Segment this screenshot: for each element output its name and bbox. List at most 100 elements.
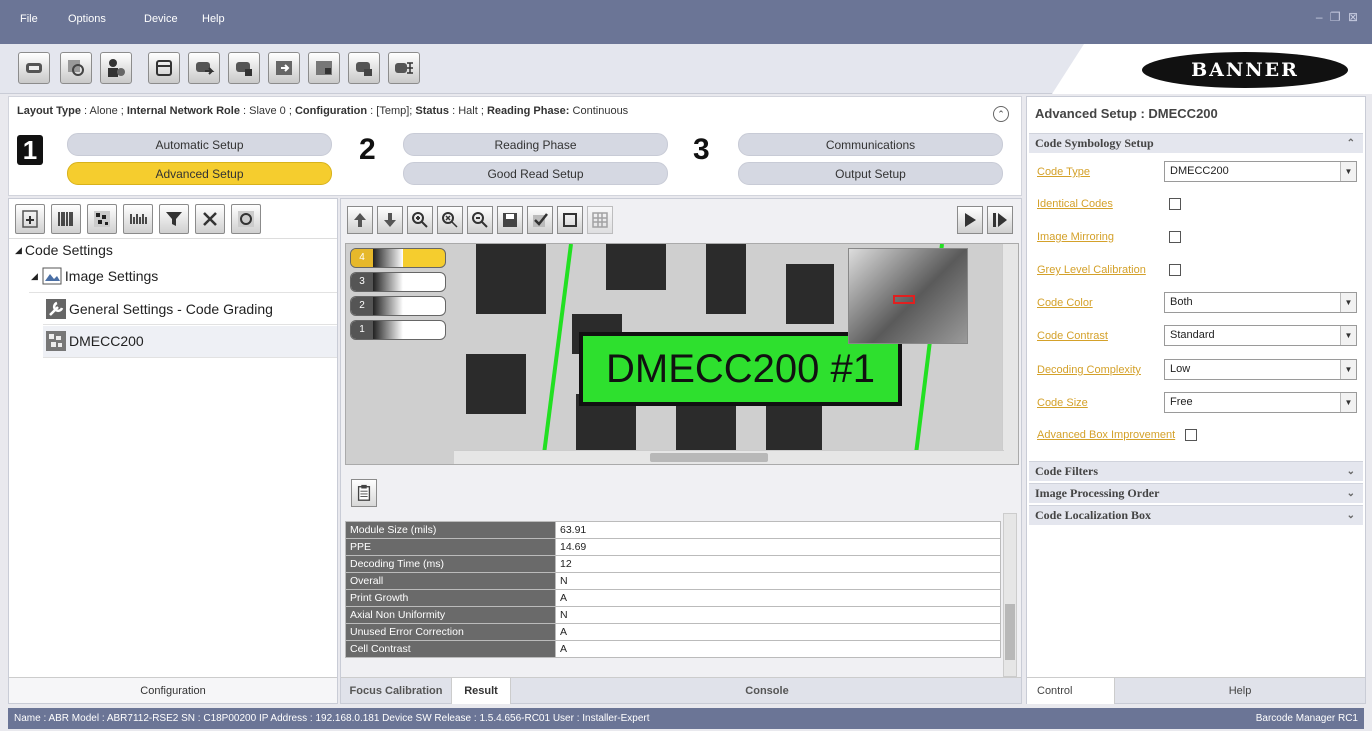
advanced-setup-button[interactable]: Advanced Setup bbox=[67, 162, 332, 185]
collapse-setup-button[interactable]: ⌃ bbox=[993, 106, 1009, 122]
tree-code-settings[interactable]: ◢ Code Settings bbox=[15, 242, 113, 258]
clipboard-icon[interactable] bbox=[351, 479, 377, 507]
result-key: Overall bbox=[345, 572, 556, 590]
good-read-setup-button[interactable]: Good Read Setup bbox=[403, 162, 668, 185]
postal-code-icon[interactable] bbox=[123, 204, 153, 234]
play-icon[interactable] bbox=[957, 206, 983, 234]
grey-level-calibration-label[interactable]: Grey Level Calibration bbox=[1037, 264, 1146, 276]
code-type-select[interactable]: DMECC200 ▼ bbox=[1164, 161, 1357, 182]
menu-options[interactable]: Options bbox=[68, 13, 106, 25]
barcode-1d-icon[interactable] bbox=[51, 204, 81, 234]
window-icon[interactable] bbox=[148, 52, 180, 84]
thumbnail-2[interactable]: 2 bbox=[350, 296, 446, 316]
tree-dmecc200[interactable]: DMECC200 bbox=[45, 330, 144, 352]
grid-icon[interactable] bbox=[587, 206, 613, 234]
zoom-out-icon[interactable] bbox=[467, 206, 493, 234]
image-minimap[interactable] bbox=[848, 248, 968, 344]
save-device-icon[interactable] bbox=[228, 52, 260, 84]
export-icon[interactable] bbox=[188, 52, 220, 84]
chevron-down-icon: ▼ bbox=[1340, 326, 1356, 345]
code-contrast-label[interactable]: Code Contrast bbox=[1037, 330, 1108, 342]
section-code-filters[interactable]: Code Filters ⌄ bbox=[1029, 461, 1363, 481]
result-scrollbar[interactable] bbox=[1003, 513, 1017, 677]
delete-icon[interactable] bbox=[195, 204, 225, 234]
filter-icon[interactable] bbox=[159, 204, 189, 234]
datamatrix-icon[interactable] bbox=[87, 204, 117, 234]
tree-image-settings[interactable]: ◢ Image Settings bbox=[31, 265, 158, 287]
configuration-footer[interactable]: Configuration bbox=[9, 677, 337, 703]
zoom-in-icon[interactable] bbox=[407, 206, 433, 234]
configuration-toolbar bbox=[9, 199, 337, 239]
grey-level-calibration-checkbox[interactable] bbox=[1169, 264, 1181, 276]
code-size-label[interactable]: Code Size bbox=[1037, 397, 1088, 409]
identical-codes-checkbox[interactable] bbox=[1169, 198, 1181, 210]
window-controls[interactable]: – ❐ ⊠ bbox=[1316, 10, 1360, 24]
add-code-icon[interactable] bbox=[15, 204, 45, 234]
check-image-icon[interactable] bbox=[527, 206, 553, 234]
acquired-image-view[interactable]: 4 3 2 1 DMECC200 #1 bbox=[345, 243, 1019, 465]
table-row: PPE 14.69 bbox=[345, 538, 1001, 556]
decoding-complexity-select[interactable]: Low ▼ bbox=[1164, 359, 1357, 380]
device-save-icon[interactable] bbox=[348, 52, 380, 84]
chevron-up-icon: ⌃ bbox=[1346, 138, 1355, 149]
code-contrast-select[interactable]: Standard ▼ bbox=[1164, 325, 1357, 346]
capture-icon[interactable] bbox=[60, 52, 92, 84]
step-forward-icon[interactable] bbox=[987, 206, 1013, 234]
image-horizontal-scrollbar[interactable] bbox=[454, 450, 1004, 464]
decoding-complexity-label[interactable]: Decoding Complexity bbox=[1037, 364, 1141, 376]
section-image-processing-order[interactable]: Image Processing Order ⌄ bbox=[1029, 483, 1363, 503]
image-mirroring-checkbox[interactable] bbox=[1169, 231, 1181, 243]
zoom-fit-icon[interactable] bbox=[437, 206, 463, 234]
minimap-viewport-box[interactable] bbox=[893, 295, 915, 304]
advanced-box-improvement-checkbox[interactable] bbox=[1185, 429, 1197, 441]
load-icon[interactable] bbox=[308, 52, 340, 84]
menu-help[interactable]: Help bbox=[202, 13, 225, 25]
network-icon[interactable] bbox=[388, 52, 420, 84]
thumbnail-3[interactable]: 3 bbox=[350, 272, 446, 292]
section-code-symbology-setup[interactable]: Code Symbology Setup ⌃ bbox=[1029, 133, 1363, 153]
advanced-box-improvement-label[interactable]: Advanced Box Improvement bbox=[1037, 429, 1175, 441]
thumbnail-1[interactable]: 1 bbox=[350, 320, 446, 340]
step-1-number: 1 bbox=[17, 135, 43, 165]
menu-file[interactable]: File bbox=[20, 13, 38, 25]
section-code-localization-box[interactable]: Code Localization Box ⌄ bbox=[1029, 505, 1363, 525]
result-value: A bbox=[555, 589, 1001, 607]
code-color-label[interactable]: Code Color bbox=[1037, 297, 1093, 309]
chevron-down-icon: ⌄ bbox=[1346, 488, 1355, 499]
tab-focus-calibration[interactable]: Focus Calibration bbox=[341, 678, 451, 704]
table-row: Overall N bbox=[345, 572, 1001, 590]
table-row: Unused Error Correction A bbox=[345, 623, 1001, 641]
image-vertical-scrollbar[interactable] bbox=[1002, 244, 1018, 464]
tab-control[interactable]: Control bbox=[1027, 678, 1115, 704]
device-icon[interactable] bbox=[18, 52, 50, 84]
menu-device[interactable]: Device bbox=[144, 13, 178, 25]
identical-codes-label[interactable]: Identical Codes bbox=[1037, 198, 1113, 210]
chevron-down-icon: ⌄ bbox=[1346, 510, 1355, 521]
datamatrix-code-icon bbox=[45, 330, 67, 352]
reading-phase-button[interactable]: Reading Phase bbox=[403, 133, 668, 156]
tab-result[interactable]: Result bbox=[451, 678, 511, 704]
save-image-icon[interactable] bbox=[497, 206, 523, 234]
code-type-label[interactable]: Code Type bbox=[1037, 166, 1090, 178]
code-size-select[interactable]: Free ▼ bbox=[1164, 392, 1357, 413]
collapse-arrow-icon[interactable]: ◢ bbox=[15, 245, 22, 256]
code-color-select[interactable]: Both ▼ bbox=[1164, 292, 1357, 313]
tab-help[interactable]: Help bbox=[1115, 678, 1365, 704]
output-setup-button[interactable]: Output Setup bbox=[738, 162, 1003, 185]
wrench-icon bbox=[45, 298, 67, 320]
arrow-down-icon[interactable] bbox=[377, 206, 403, 234]
thumbnail-4[interactable]: 4 bbox=[350, 248, 446, 268]
automatic-setup-button[interactable]: Automatic Setup bbox=[67, 133, 332, 156]
import-icon[interactable] bbox=[268, 52, 300, 84]
image-toolbar bbox=[341, 199, 1021, 241]
tree-general-settings[interactable]: General Settings - Code Grading bbox=[45, 298, 273, 320]
roi-frame-icon[interactable] bbox=[557, 206, 583, 234]
communications-button[interactable]: Communications bbox=[738, 133, 1003, 156]
user-settings-icon[interactable] bbox=[100, 52, 132, 84]
result-key: Decoding Time (ms) bbox=[345, 555, 556, 573]
image-mirroring-label[interactable]: Image Mirroring bbox=[1037, 231, 1114, 243]
arrow-up-icon[interactable] bbox=[347, 206, 373, 234]
code-grading-icon[interactable] bbox=[231, 204, 261, 234]
collapse-arrow-icon[interactable]: ◢ bbox=[31, 271, 38, 282]
tab-console[interactable]: Console bbox=[511, 678, 1023, 704]
